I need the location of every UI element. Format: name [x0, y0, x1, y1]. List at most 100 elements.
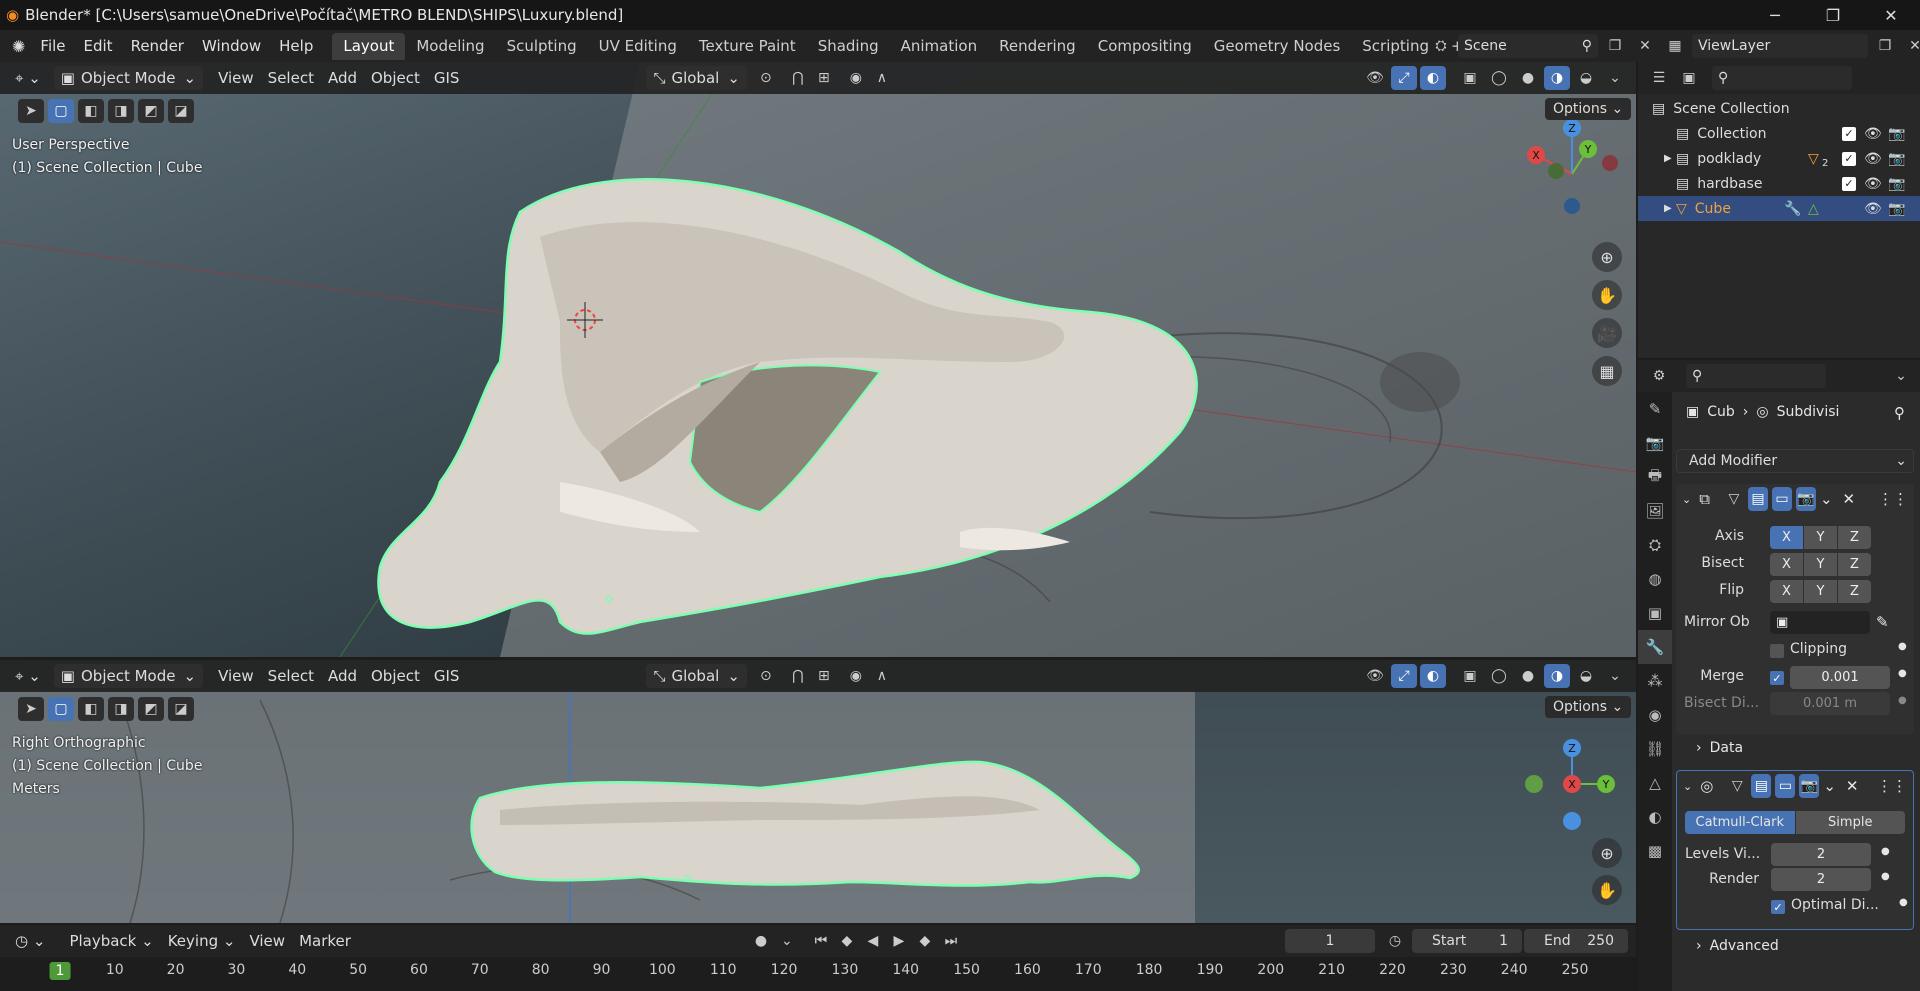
menu-select-top[interactable]: Select [261, 66, 321, 90]
remove-modifier-icon[interactable]: ✕ [1846, 777, 1859, 795]
shading-wireframe-icon-bottom[interactable]: ◯ [1486, 664, 1512, 688]
bisect-distance-field[interactable]: 0.001 m [1770, 692, 1890, 715]
outliner-editor-icon[interactable]: ☰ [1646, 66, 1672, 90]
pin-properties-icon[interactable]: ⚲ [1894, 404, 1905, 422]
merge-distance-field[interactable]: 0.001 [1790, 666, 1890, 689]
shading-rendered-icon-bottom[interactable]: ◒ [1573, 664, 1599, 688]
overlay-toggle-icon[interactable]: ◐ [1420, 66, 1446, 90]
scene-selector[interactable]: Scene ⚲ [1458, 34, 1598, 58]
bisect-y-toggle[interactable]: Y [1804, 553, 1837, 576]
falloff-icon[interactable]: ∧ [869, 66, 895, 90]
visibility-icon[interactable]: 👁 [1362, 66, 1388, 90]
exclude-checkbox[interactable]: ✓ [1842, 126, 1856, 141]
visibility-icon-bottom[interactable]: 👁 [1362, 664, 1388, 688]
scene-tab-icon[interactable]: ⛭ [1638, 528, 1672, 562]
eye-icon[interactable]: 👁 [1864, 126, 1882, 142]
transform-orientation-bottom[interactable]: ⤡ Global ⌄ [646, 664, 747, 688]
modifier-menu-icon[interactable]: ⌄ [1820, 490, 1833, 508]
object-tab-icon[interactable]: ▣ [1638, 596, 1672, 630]
view-layer-selector[interactable]: ViewLayer [1692, 34, 1868, 58]
modifier-menu-icon[interactable]: ⌄ [1823, 777, 1836, 795]
realtime-toggle-icon[interactable]: ▭ [1775, 774, 1796, 798]
pin-icon[interactable]: ⚲ [1582, 38, 1592, 54]
scene-icon[interactable]: ⛭ [1428, 34, 1454, 58]
transform-orientation-top[interactable]: ⤡ Global ⌄ [646, 66, 747, 90]
select-tool-icon-bottom[interactable]: ➤ [18, 697, 44, 721]
display-mode-icon[interactable]: ▣ [1676, 66, 1702, 90]
shading-options-icon[interactable]: ⌄ [1602, 66, 1628, 90]
new-scene-icon[interactable]: ❐ [1602, 34, 1628, 58]
delete-view-layer-icon[interactable]: ✕ [1902, 34, 1920, 58]
render-toggle-icon[interactable]: 📷 [1799, 774, 1820, 798]
proportional-edit-icon-bottom[interactable]: ◉ [843, 664, 869, 688]
timeline-editor-icon[interactable]: ◷ ⌄ [8, 929, 52, 953]
cage-toggle-icon[interactable]: ▤ [1747, 487, 1768, 511]
flip-z-toggle[interactable]: Z [1838, 580, 1871, 603]
menu-view-timeline[interactable]: View [242, 929, 292, 953]
menu-help[interactable]: Help [270, 37, 322, 55]
gizmo-y-label-bottom[interactable]: Y [1597, 775, 1615, 793]
eye-icon[interactable]: 👁 [1864, 151, 1882, 167]
mirror-object-field[interactable]: ▣ [1770, 611, 1870, 634]
maximize-icon[interactable]: ❐ [1804, 0, 1862, 30]
menu-file[interactable]: File [31, 37, 74, 55]
drag-handle-icon[interactable]: ⋮⋮ [1878, 490, 1908, 508]
cage-toggle-icon[interactable]: ▤ [1751, 774, 1772, 798]
pivot-point-icon[interactable]: ⊙ [753, 66, 779, 90]
material-tab-icon[interactable]: ◐ [1638, 800, 1672, 834]
bisect-z-toggle[interactable]: Z [1838, 553, 1871, 576]
tool-tab-icon[interactable]: ✎ [1638, 392, 1672, 426]
proportional-edit-icon[interactable]: ◉ [843, 66, 869, 90]
menu-add-bottom[interactable]: Add [321, 664, 364, 688]
jump-start-icon[interactable]: ⏮ [808, 929, 834, 953]
options-dropdown-top[interactable]: Options ⌄ [1545, 98, 1632, 120]
pan-hand-icon[interactable]: ✋ [1592, 280, 1622, 310]
pan-hand-icon-bottom[interactable]: ✋ [1592, 875, 1622, 905]
preview-range-icon[interactable]: ◷ [1382, 929, 1408, 953]
menu-keying[interactable]: Keying ⌄ [161, 929, 243, 953]
camera-icon[interactable]: 📷 [1888, 151, 1905, 167]
options-dropdown-bottom[interactable]: Options ⌄ [1545, 696, 1632, 718]
shading-rendered-icon[interactable]: ◒ [1573, 66, 1599, 90]
outliner-row-collection[interactable]: ▤ Collection ✓ 👁 📷 [1638, 121, 1920, 146]
gizmo-z-label[interactable]: Z [1563, 119, 1581, 137]
keyframe-dot-icon[interactable]: ● [1899, 897, 1908, 908]
close-icon[interactable]: ✕ [1862, 0, 1920, 30]
shading-material-icon-bottom[interactable]: ◑ [1544, 664, 1570, 688]
prev-keyframe-icon[interactable]: ◆ [834, 929, 860, 953]
shading-solid-icon[interactable]: ● [1515, 66, 1541, 90]
select-box-new-icon-bottom[interactable]: ▢ [48, 697, 74, 721]
axis-x-toggle[interactable]: X [1770, 526, 1803, 549]
zoom-icon-bottom[interactable]: ⊕ [1592, 838, 1622, 868]
outliner-row-podklady[interactable]: ▶ ▤ podklady ▽ 2 ✓ 👁 📷 [1638, 146, 1920, 171]
tab-geometry-nodes[interactable]: Geometry Nodes [1203, 33, 1352, 60]
outliner-search-field[interactable]: ⚲ [1712, 66, 1852, 90]
next-keyframe-icon[interactable]: ◆ [912, 929, 938, 953]
edit-mode-toggle-icon[interactable]: ▽ [1727, 774, 1747, 798]
gizmo-y-label[interactable]: Y [1579, 140, 1597, 158]
advanced-subpanel[interactable]: › Advanced [1696, 938, 1779, 954]
gizmo-x-label[interactable]: X [1527, 146, 1545, 164]
output-tab-icon[interactable]: 🖶 [1638, 460, 1672, 494]
remove-modifier-icon[interactable]: ✕ [1843, 490, 1856, 508]
new-view-layer-icon[interactable]: ❐ [1872, 34, 1898, 58]
render-levels-field[interactable]: 2 [1771, 868, 1871, 891]
render-tab-icon[interactable]: 📷 [1638, 426, 1672, 460]
menu-view-top[interactable]: View [211, 66, 261, 90]
camera-icon[interactable]: 📷 [1888, 176, 1905, 192]
exclude-checkbox[interactable]: ✓ [1842, 176, 1856, 191]
render-toggle-icon[interactable]: 📷 [1795, 487, 1816, 511]
tab-compositing[interactable]: Compositing [1087, 33, 1203, 60]
levels-viewport-field[interactable]: 2 [1771, 843, 1871, 866]
mode-selector-top[interactable]: ▣ Object Mode ⌄ [53, 66, 204, 90]
flip-x-toggle[interactable]: X [1770, 580, 1803, 603]
select-box-intersect-icon[interactable]: ◪ [168, 99, 194, 123]
menu-render[interactable]: Render [122, 37, 193, 55]
perspective-toggle-icon[interactable]: ▦ [1592, 356, 1622, 386]
data-subpanel[interactable]: › Data [1696, 740, 1743, 756]
catmull-clark-toggle[interactable]: Catmull-Clark [1685, 811, 1795, 834]
eye-icon[interactable]: 👁 [1864, 176, 1882, 192]
select-box-extend-icon-bottom[interactable]: ◧ [78, 697, 104, 721]
menu-object-top[interactable]: Object [364, 66, 427, 90]
properties-options-icon[interactable]: ⌄ [1888, 364, 1914, 388]
